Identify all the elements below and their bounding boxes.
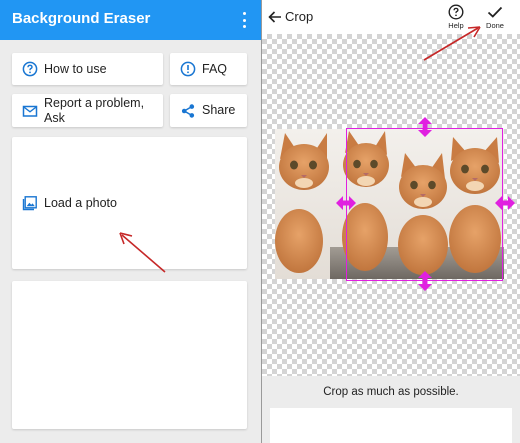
app-title: Background Eraser	[12, 10, 151, 27]
arrow-back-icon[interactable]	[267, 9, 283, 25]
faq-button[interactable]: FAQ	[170, 53, 247, 85]
report-label-line2: Ask	[44, 111, 65, 125]
share-icon	[181, 103, 195, 118]
report-label: Report a problem, Ask	[44, 96, 144, 126]
resize-handle-bottom[interactable]	[418, 271, 432, 291]
resize-handle-right[interactable]	[495, 196, 515, 210]
share-label: Share	[202, 103, 236, 117]
help-button[interactable]: Help	[444, 4, 468, 32]
resize-handle-top[interactable]	[418, 117, 432, 137]
report-label-line1: Report a problem,	[44, 96, 145, 110]
crop-toolbar: Crop Help Done	[262, 0, 520, 34]
kebab-menu-icon[interactable]	[236, 11, 252, 29]
help-icon	[448, 4, 464, 20]
right-panel: Crop Help Done Crop as much as possible.	[262, 0, 520, 443]
app-bar: Background Eraser	[0, 0, 261, 40]
how-to-use-label: How to use	[44, 62, 107, 76]
photo-icon	[22, 196, 37, 211]
report-problem-button[interactable]: Report a problem, Ask	[12, 94, 163, 127]
crop-title: Crop	[285, 9, 314, 24]
done-button[interactable]: Done	[482, 4, 508, 32]
left-panel: Background Eraser How to use FAQ Report …	[0, 0, 261, 443]
help-label: Help	[448, 21, 464, 30]
check-icon	[487, 6, 503, 18]
faq-label: FAQ	[202, 62, 228, 76]
done-label: Done	[486, 21, 504, 30]
crop-selection-frame[interactable]	[346, 128, 503, 281]
alert-circle-icon	[180, 61, 196, 77]
empty-card	[12, 281, 247, 429]
how-to-use-button[interactable]: How to use	[12, 53, 163, 85]
help-circle-icon	[22, 61, 38, 77]
share-button[interactable]: Share	[170, 94, 247, 127]
resize-handle-left[interactable]	[336, 196, 356, 210]
load-photo-button[interactable]: Load a photo	[12, 137, 247, 269]
email-icon	[22, 105, 38, 117]
bottom-card	[270, 408, 512, 443]
load-photo-label: Load a photo	[44, 196, 117, 210]
crop-bottom-bar: Crop as much as possible.	[262, 376, 520, 443]
crop-hint: Crop as much as possible.	[323, 386, 459, 398]
